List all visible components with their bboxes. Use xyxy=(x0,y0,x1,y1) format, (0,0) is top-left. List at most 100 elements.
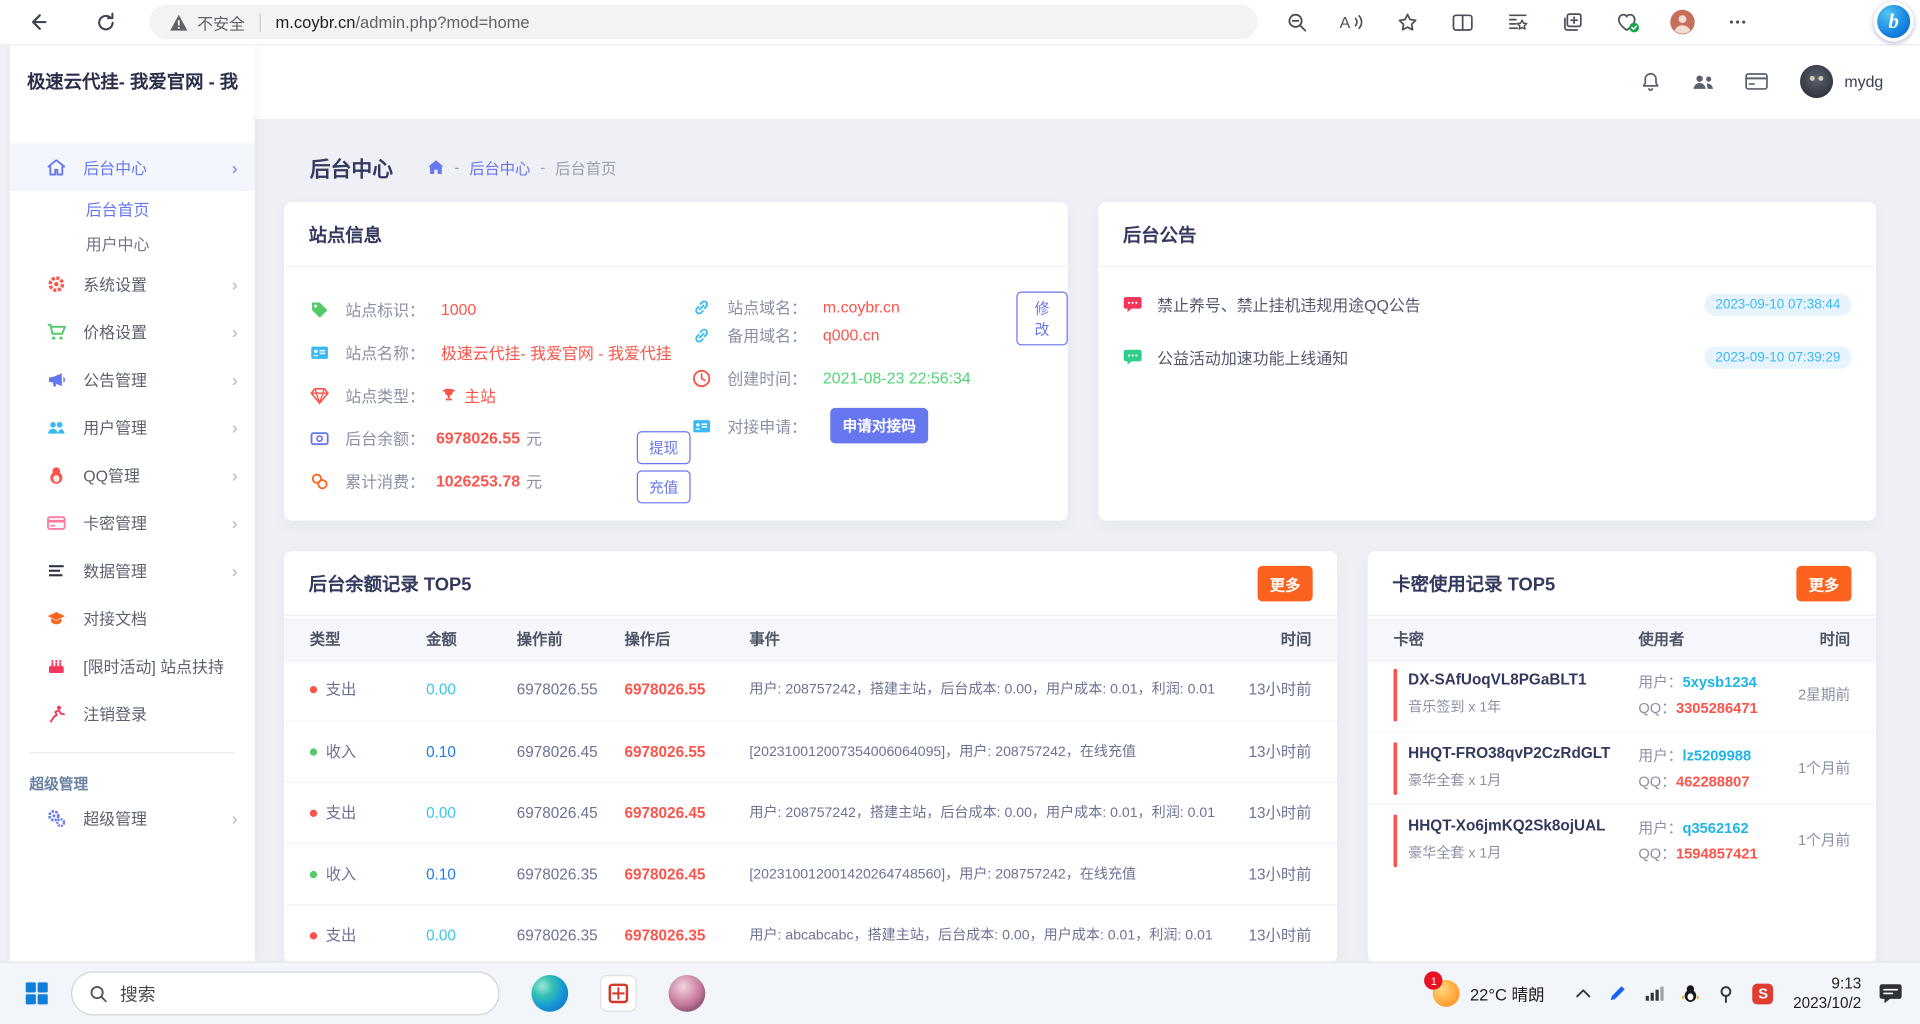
browser-profile-avatar[interactable] xyxy=(1665,5,1699,39)
bing-sidebar-button[interactable]: b xyxy=(1873,1,1914,42)
sidebar-item-backend-center[interactable]: 后台中心 › xyxy=(9,143,255,192)
sidebar-item-api-docs[interactable]: 对接文档 xyxy=(10,594,255,642)
recharge-button[interactable]: 充值 xyxy=(636,470,691,504)
taskbar-clock[interactable]: 9:13 2023/10/2 xyxy=(1793,974,1861,1013)
sidebar-item-price-settings[interactable]: 价格设置 › xyxy=(10,307,255,355)
more-button[interactable]: 更多 xyxy=(1257,565,1313,601)
breadcrumb-backend-center[interactable]: 后台中心 xyxy=(469,156,530,179)
billing-card-icon[interactable] xyxy=(1745,72,1769,90)
cardkey-qq: QQ：1594857421 xyxy=(1638,843,1757,864)
cardkey-user: 用户：5xysb1234 xyxy=(1638,671,1756,692)
read-aloud-icon[interactable]: A xyxy=(1335,5,1369,39)
qq-label: QQ： xyxy=(1638,772,1676,791)
taskbar-search-input[interactable]: 搜索 xyxy=(71,971,500,1016)
home-icon xyxy=(47,158,66,175)
qq-tray-icon[interactable] xyxy=(1682,984,1700,1004)
sidebar-item-label: QQ管理 xyxy=(83,466,140,486)
user-avatar[interactable] xyxy=(1800,64,1834,98)
breadcrumb-separator: - xyxy=(454,158,460,176)
divider xyxy=(259,12,261,32)
consume-row: 累计消费： 1026253.78 元 xyxy=(310,459,672,502)
sidebar-subitem-user-center[interactable]: 用户中心 xyxy=(10,225,255,259)
svg-text:A: A xyxy=(1340,15,1351,32)
team-icon[interactable] xyxy=(1691,72,1715,92)
sidebar-item-user-mgmt[interactable]: 用户管理 › xyxy=(10,403,255,451)
sidebar-item-limited-event[interactable]: [限时活动] 站点扶持 xyxy=(10,642,255,690)
favorites-hub-icon[interactable] xyxy=(1500,5,1534,39)
row-accent-bar xyxy=(1393,814,1398,868)
breadcrumb-home-icon[interactable] xyxy=(427,159,444,175)
browser-menu-icon[interactable] xyxy=(1720,5,1754,39)
browser-address-bar[interactable]: 不安全 m.coybr.cn/admin.php?mod=home xyxy=(149,4,1258,40)
trophy-icon xyxy=(442,388,455,401)
record-amount: 0.10 xyxy=(426,866,456,884)
cardkey-row: DX-SAfUoqVL8PGaBLT1 音乐签到 x 1年 用户：5xysb12… xyxy=(1368,659,1876,731)
chevron-right-icon: › xyxy=(231,807,238,828)
domain-value: m.coybr.cn xyxy=(822,297,900,317)
pinned-avatar-app-icon[interactable] xyxy=(668,975,706,1012)
cardkey-value: DX-SAfUoqVL8PGaBLT1 xyxy=(1408,671,1587,689)
sidebar-item-cardkey-mgmt[interactable]: 卡密管理 › xyxy=(10,499,255,547)
pinned-app-icon[interactable] xyxy=(600,975,637,1012)
list-lines-icon xyxy=(48,564,64,576)
column-header: 时间 xyxy=(1819,630,1851,648)
record-type: 收入 xyxy=(310,844,357,905)
start-button[interactable] xyxy=(24,981,48,1005)
cardkey-qq: QQ：3305286471 xyxy=(1638,697,1757,718)
sogou-s-icon[interactable]: S xyxy=(1752,982,1774,1004)
sidebar-item-super-admin[interactable]: 超级管理 › xyxy=(10,794,255,842)
card-title: 站点信息 xyxy=(308,224,383,246)
sidebar-item-announcement-mgmt[interactable]: 公告管理 › xyxy=(10,355,255,403)
column-header: 类型 xyxy=(309,630,341,648)
network-icon[interactable] xyxy=(1645,985,1665,1002)
apply-api-code-button[interactable]: 申请对接码 xyxy=(830,407,929,444)
announcement-item[interactable]: 禁止养号、禁止挂机违规用途QQ公告 2023-09-10 07:38:44 xyxy=(1098,278,1876,331)
zoom-out-icon[interactable] xyxy=(1280,5,1314,39)
weather-widget[interactable]: 1 22°C 晴朗 xyxy=(1424,971,1545,1007)
sidebar-subitem-backend-home[interactable]: 后台首页 xyxy=(10,191,255,225)
username-label[interactable]: mydg xyxy=(1844,72,1883,90)
browser-essentials-icon[interactable] xyxy=(1610,5,1644,39)
ime-pen-icon[interactable] xyxy=(1608,984,1628,1004)
sidebar-item-qq-mgmt[interactable]: QQ管理 › xyxy=(10,451,255,499)
sidebar-item-logout[interactable]: 注销登录 xyxy=(10,690,255,738)
api-apply-row: 对接申请： 申请对接码 xyxy=(692,407,929,444)
sidebar-subitem-label: 后台首页 xyxy=(85,200,150,219)
more-button[interactable]: 更多 xyxy=(1796,565,1852,601)
withdraw-button[interactable]: 提现 xyxy=(636,431,691,465)
tray-expand-chevron[interactable] xyxy=(1576,988,1591,998)
record-time: 13小时前 xyxy=(1248,681,1312,699)
collections-icon[interactable] xyxy=(1555,5,1589,39)
sidebar-item-label: 价格设置 xyxy=(83,323,147,342)
card-title: 后台公告 xyxy=(1122,224,1197,246)
pin-tool-icon[interactable] xyxy=(1717,984,1735,1003)
notification-center-icon[interactable] xyxy=(1878,982,1902,1004)
url-text: m.coybr.cn/admin.php?mod=home xyxy=(276,13,530,31)
sidebar-item-data-mgmt[interactable]: 数据管理 › xyxy=(10,546,255,594)
clock-date: 2023/10/2 xyxy=(1793,994,1862,1012)
breadcrumb-backend-home: 后台首页 xyxy=(555,160,617,178)
backup-domain-row: 备用域名： q000.cn xyxy=(692,323,880,346)
sidebar-item-label: 对接文档 xyxy=(83,610,147,629)
modify-domain-button[interactable]: 修改 xyxy=(1016,291,1068,346)
user-value: q3562162 xyxy=(1682,819,1749,837)
sidebar-item-label: 注销登录 xyxy=(83,705,147,724)
site-info-card-header: 站点信息 xyxy=(284,202,1068,268)
record-time: 13小时前 xyxy=(1248,927,1312,945)
table-row: 支出 0.00 6978026.55 6978026.55 用户: 208757… xyxy=(284,659,1337,720)
favorite-star-icon[interactable] xyxy=(1390,5,1424,39)
edge-app-icon[interactable] xyxy=(531,975,569,1012)
browser-back-button[interactable] xyxy=(20,5,54,39)
qq-value: 3305286471 xyxy=(1675,699,1758,717)
split-screen-icon[interactable] xyxy=(1445,5,1479,39)
bell-icon[interactable] xyxy=(1640,70,1662,92)
announcement-item[interactable]: 公益活动加速功能上线通知 2023-09-10 07:39:29 xyxy=(1098,331,1876,384)
chevron-right-icon: › xyxy=(231,273,238,294)
sidebar-item-system-settings[interactable]: 系统设置 › xyxy=(10,260,255,308)
browser-refresh-button[interactable] xyxy=(88,5,122,39)
chevron-right-icon: › xyxy=(231,321,238,342)
search-placeholder: 搜索 xyxy=(120,985,156,1006)
weather-text: 22°C 晴朗 xyxy=(1469,986,1545,1005)
qq-label: QQ： xyxy=(1638,699,1676,717)
wallet-icon xyxy=(310,431,329,445)
